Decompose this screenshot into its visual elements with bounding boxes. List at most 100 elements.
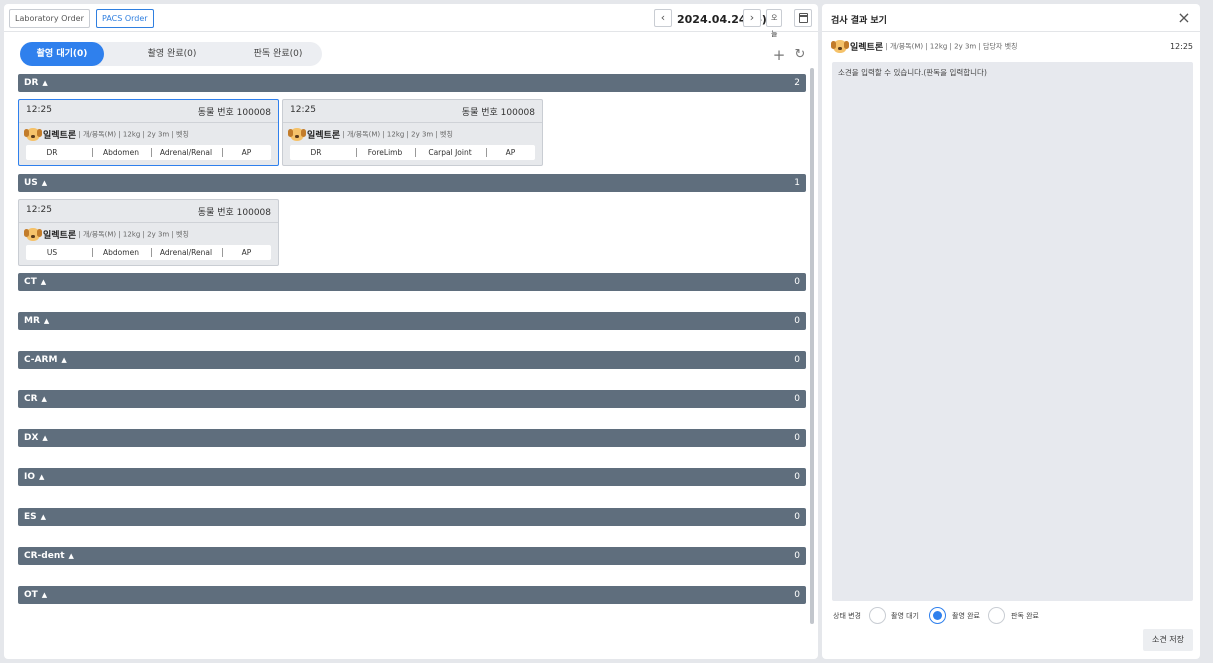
group-name: IO: [24, 472, 35, 482]
group-count: 0: [794, 355, 800, 365]
exam-body-part: ForeLimb: [367, 148, 403, 157]
dog-avatar-icon: [831, 40, 849, 53]
exam-modality: DR: [46, 148, 58, 157]
group-bar-mr[interactable]: MR ▲ 0: [18, 312, 806, 330]
tab-captured[interactable]: 촬영 완료(0): [130, 42, 214, 66]
caret-up-icon: ▲: [41, 179, 48, 187]
order-card[interactable]: 12:25 동물 번호 100008 일렉트론 | 개/봉독(M) | 12kg…: [282, 99, 543, 166]
patient-meta: | 개/봉독(M) | 12kg | 2y 3m | 담당자 벳칭: [883, 42, 1018, 51]
group-name: C-ARM: [24, 355, 58, 365]
group-count: 0: [794, 394, 800, 404]
caret-up-icon: ▲: [42, 434, 48, 442]
group-bar-dr[interactable]: DR ▲ 2: [18, 74, 806, 92]
today-button[interactable]: 오늘: [766, 9, 783, 38]
findings-textarea[interactable]: 소견을 입력할 수 있습니다.(판독을 입력합니다): [832, 62, 1193, 601]
patient-info: 일렉트론 | 개/봉독(M) | 12kg | 2y 3m | 벳칭: [24, 228, 189, 242]
calendar-icon[interactable]: [794, 9, 812, 27]
close-icon[interactable]: ×: [1176, 10, 1192, 26]
group-bar-ct[interactable]: CT ▲ 0: [18, 273, 806, 291]
modality-group-list: DR ▲ 2 12:25 동물 번호 100008 일렉트론 | 개/봉독(M) …: [4, 68, 818, 624]
caret-up-icon: ▲: [42, 79, 48, 87]
divider: [283, 122, 542, 123]
group-name: MR: [24, 316, 40, 326]
group-bar-dx[interactable]: DX ▲ 0: [18, 429, 806, 447]
dog-avatar-icon: [24, 228, 42, 241]
card-time: 12:25: [26, 205, 52, 215]
group-bar-es[interactable]: ES ▲ 0: [18, 508, 806, 526]
patient-meta: | 개/봉독(M) | 12kg | 2y 3m | 벳칭: [76, 130, 189, 139]
caret-up-icon: ▲: [68, 552, 74, 560]
exam-region: Adrenal/Renal: [159, 148, 213, 157]
group-name: DX: [24, 433, 39, 443]
patient-name: 일렉트론: [43, 231, 77, 241]
exam-modality: DR: [310, 148, 322, 157]
refresh-icon[interactable]: ↻: [792, 47, 808, 63]
order-card[interactable]: 12:25 동물 번호 100008 일렉트론 | 개/봉독(M) | 12kg…: [18, 99, 279, 166]
radio-captured[interactable]: [929, 607, 946, 624]
scrollbar[interactable]: [810, 68, 814, 624]
exam-modality: US: [46, 248, 58, 257]
order-topbar: Laboratory Order PACS Order ‹ 2024.04.24…: [4, 4, 818, 38]
scrollbar-thumb[interactable]: [810, 68, 814, 624]
status-change: 상태 변경 촬영 대기 촬영 완료 판독 완료: [833, 606, 1193, 626]
save-findings-button[interactable]: 소견 저장: [1143, 629, 1193, 651]
tab-pacs-order[interactable]: PACS Order: [96, 9, 154, 28]
result-panel-header: 검사 결과 보기 ×: [822, 4, 1200, 32]
exam-info: DR Abdomen Adrenal/Renal AP: [26, 145, 271, 160]
animal-number: 동물 번호 100008: [197, 108, 271, 118]
radio-label: 촬영 대기: [891, 612, 919, 620]
group-count: 2: [794, 78, 800, 88]
group-count: 0: [794, 512, 800, 522]
caret-up-icon: ▲: [41, 591, 48, 599]
status-label: 상태 변경: [833, 612, 861, 620]
tab-waiting[interactable]: 촬영 대기(0): [20, 42, 104, 66]
patient-info: 일렉트론 | 개/봉독(M) | 12kg | 2y 3m | 담당자 벳칭 1…: [831, 40, 1193, 56]
radio-label: 판독 완료: [1011, 612, 1039, 620]
tab-read-complete[interactable]: 판독 완료(0): [236, 42, 320, 66]
exam-info: DR ForeLimb Carpal Joint AP: [290, 145, 535, 160]
group-name: DR: [24, 78, 39, 88]
group-bar-c-arm[interactable]: C-ARM ▲ 0: [18, 351, 806, 369]
exam-region: Adrenal/Renal: [159, 248, 213, 257]
status-tabs: 촬영 대기(0) 촬영 완료(0) 판독 완료(0): [20, 42, 322, 66]
group-count: 0: [794, 551, 800, 561]
patient-name: 일렉트론: [307, 131, 341, 141]
patient-info: 일렉트론 | 개/봉독(M) | 12kg | 2y 3m | 벳칭: [24, 128, 189, 142]
patient-meta: | 개/봉독(M) | 12kg | 2y 3m | 벳칭: [340, 130, 453, 139]
group-bar-cr-dent[interactable]: CR-dent ▲ 0: [18, 547, 806, 565]
exam-body-part: Abdomen: [103, 248, 139, 257]
panel-title: 검사 결과 보기: [831, 16, 887, 26]
group-bar-ot[interactable]: OT ▲ 0: [18, 586, 806, 604]
caret-up-icon: ▲: [40, 278, 47, 286]
patient-meta: | 개/봉독(M) | 12kg | 2y 3m | 벳칭: [76, 230, 189, 239]
caret-up-icon: ▲: [41, 395, 47, 403]
plus-icon[interactable]: +: [771, 47, 787, 63]
group-count: 1: [794, 178, 800, 188]
order-card[interactable]: 12:25 동물 번호 100008 일렉트론 | 개/봉독(M) | 12kg…: [18, 199, 279, 266]
tab-laboratory-order[interactable]: Laboratory Order: [9, 9, 90, 28]
exam-view: AP: [241, 148, 252, 157]
dog-avatar-icon: [288, 128, 306, 141]
result-time: 12:25: [1169, 42, 1193, 51]
result-panel: 검사 결과 보기 × 일렉트론 | 개/봉독(M) | 12kg | 2y 3m…: [822, 4, 1200, 659]
chevron-left-icon[interactable]: ‹: [654, 9, 672, 27]
exam-view: AP: [241, 248, 252, 257]
animal-number: 동물 번호 100008: [461, 108, 535, 118]
order-list-panel: Laboratory Order PACS Order ‹ 2024.04.24…: [4, 4, 818, 659]
group-bar-us[interactable]: US ▲ 1: [18, 174, 806, 192]
group-bar-cr[interactable]: CR ▲ 0: [18, 390, 806, 408]
exam-view: AP: [505, 148, 516, 157]
radio-read-complete[interactable]: [988, 607, 1005, 624]
group-name: OT: [24, 590, 38, 600]
group-name: US: [24, 178, 38, 188]
group-bar-io[interactable]: IO ▲ 0: [18, 468, 806, 486]
chevron-right-icon[interactable]: ›: [743, 9, 761, 27]
group-name: CR: [24, 394, 38, 404]
exam-info: US Abdomen Adrenal/Renal AP: [26, 245, 271, 260]
caret-up-icon: ▲: [61, 356, 67, 364]
patient-name: 일렉트론: [850, 43, 884, 53]
divider: [19, 222, 278, 223]
radio-label: 촬영 완료: [952, 612, 980, 620]
exam-body-part: Abdomen: [103, 148, 139, 157]
radio-waiting[interactable]: [869, 607, 886, 624]
